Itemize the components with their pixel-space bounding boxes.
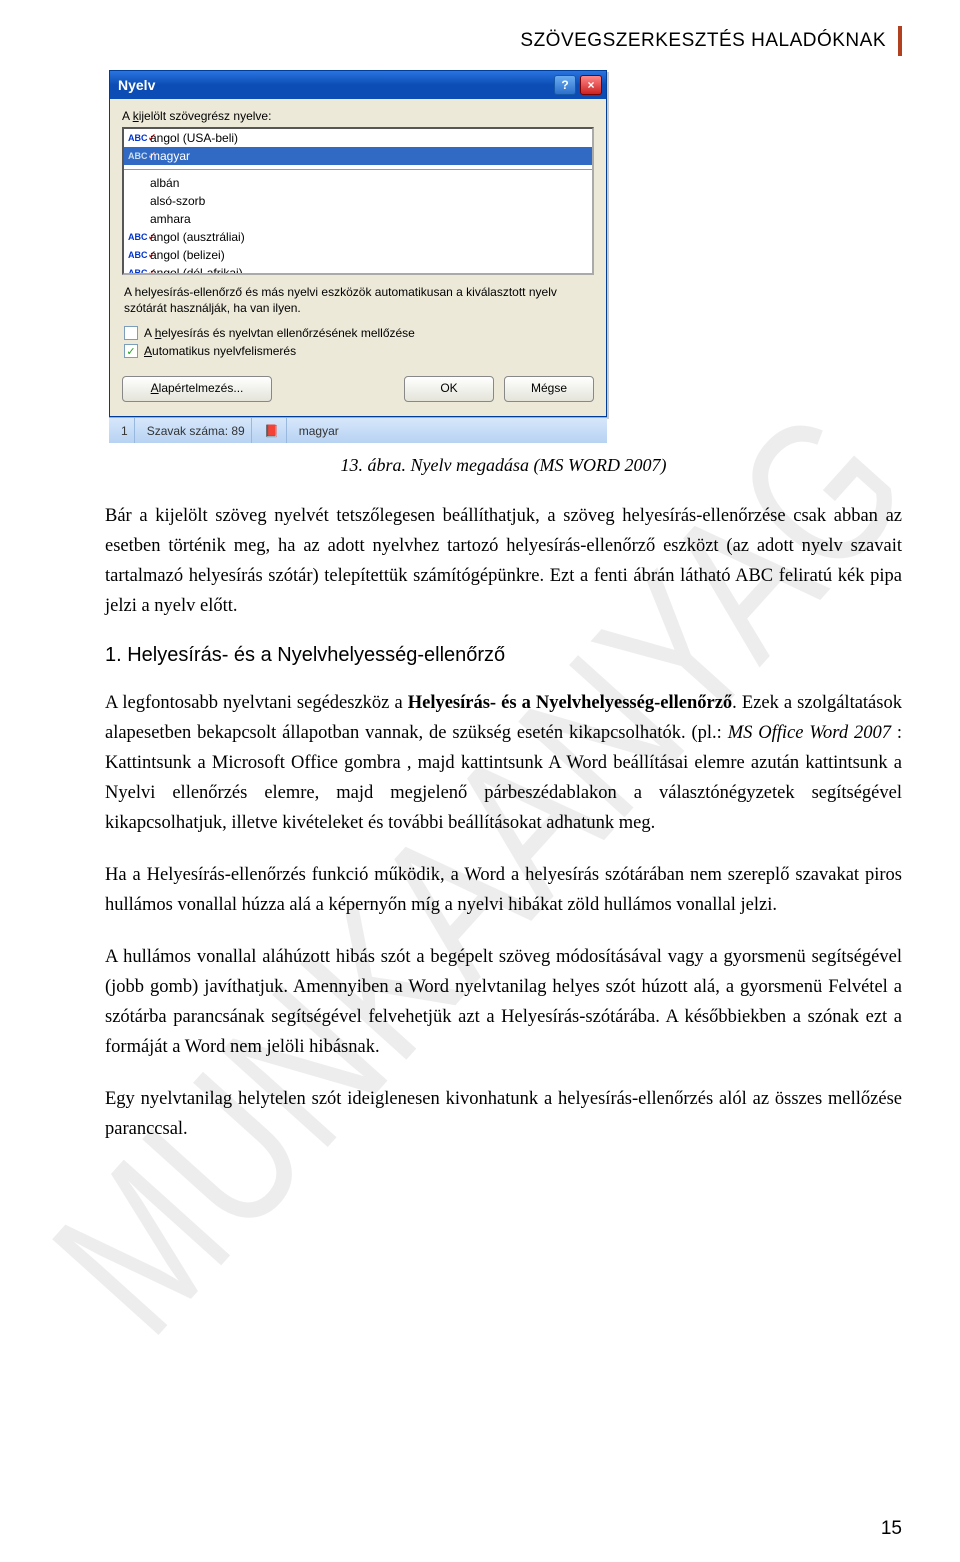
- checkbox-row[interactable]: ✓ Automatikus nyelvfelismerés: [124, 344, 592, 358]
- default-button[interactable]: Alapértelmezés...: [122, 376, 272, 402]
- dialog-body: A kijelölt szövegrész nyelve: ABC✓ angol…: [110, 99, 606, 416]
- page-header: SZÖVEGSZERKESZTÉS HALADÓKNAK: [105, 26, 902, 56]
- status-language-label: magyar: [299, 424, 339, 438]
- list-item-label: albán: [150, 176, 179, 190]
- header-rule: [898, 26, 902, 56]
- cancel-button[interactable]: Mégse: [504, 376, 594, 402]
- spellcheck-icon: ABC✓: [128, 134, 148, 142]
- spellcheck-icon: ABC✓: [128, 152, 148, 160]
- list-item-label: magyar: [150, 149, 190, 163]
- spellcheck-icon: ABC✓: [128, 251, 148, 259]
- status-page[interactable]: 1: [115, 418, 135, 443]
- paragraph: Egy nyelvtanilag helytelen szót ideiglen…: [105, 1085, 902, 1145]
- status-wordcount-label: Szavak száma: 89: [147, 424, 245, 438]
- spellcheck-icon: ABC✓: [128, 269, 148, 275]
- checkbox-unchecked[interactable]: [124, 326, 138, 340]
- help-button[interactable]: ?: [554, 75, 576, 95]
- ok-button[interactable]: OK: [404, 376, 494, 402]
- figure-caption: 13. ábra. Nyelv megadása (MS WORD 2007): [105, 455, 902, 476]
- list-item[interactable]: ABC✓ angol (USA-beli): [124, 129, 592, 147]
- help-icon: ?: [561, 78, 568, 92]
- list-item-selected[interactable]: ABC✓ magyar: [124, 147, 592, 165]
- page-content: SZÖVEGSZERKESZTÉS HALADÓKNAK Nyelv ? × A…: [0, 0, 960, 1197]
- checkbox-label: A helyesírás és nyelvtan ellenőrzésének …: [144, 326, 415, 340]
- status-proofing[interactable]: 📕: [258, 418, 287, 443]
- list-item[interactable]: albán: [124, 174, 592, 192]
- list-item-label: amhara: [150, 212, 191, 226]
- list-item-label: alsó-szorb: [150, 194, 205, 208]
- close-button[interactable]: ×: [580, 75, 602, 95]
- body-text: Bár a kijelölt szöveg nyelvét tetszőlege…: [105, 502, 902, 1144]
- italic-run: MS Office Word 2007: [728, 723, 891, 743]
- list-item[interactable]: alsó-szorb: [124, 192, 592, 210]
- paragraph: A hullámos vonallal aláhúzott hibás szót…: [105, 943, 902, 1063]
- language-dialog: Nyelv ? × A kijelölt szövegrész nyelve: …: [109, 70, 607, 417]
- header-title: SZÖVEGSZERKESZTÉS HALADÓKNAK: [520, 30, 886, 52]
- list-item[interactable]: ABC✓ angol (belizei): [124, 246, 592, 264]
- word-statusbar: 1 Szavak száma: 89 📕 magyar: [109, 417, 607, 443]
- spellcheck-icon: ABC✓: [128, 233, 148, 241]
- dialog-button-row: Alapértelmezés... OK Mégse: [122, 376, 594, 402]
- dialog-titlebar: Nyelv ? ×: [110, 71, 606, 99]
- list-item[interactable]: ABC✓ angol (ausztráliai): [124, 228, 592, 246]
- paragraph: Ha a Helyesírás-ellenőrzés funkció működ…: [105, 861, 902, 921]
- close-icon: ×: [587, 78, 594, 92]
- checkbox-row[interactable]: A helyesírás és nyelvtan ellenőrzésének …: [124, 326, 592, 340]
- list-item[interactable]: amhara: [124, 210, 592, 228]
- paragraph: A legfontosabb nyelvtani segédeszköz a H…: [105, 689, 902, 839]
- book-icon: 📕: [264, 423, 280, 439]
- list-item-label: angol (USA-beli): [150, 131, 238, 145]
- page-number: 15: [881, 1518, 902, 1540]
- list-item-label: angol (belizei): [150, 248, 225, 262]
- status-language[interactable]: magyar: [293, 418, 345, 443]
- status-wordcount[interactable]: Szavak száma: 89: [141, 418, 252, 443]
- list-item[interactable]: ABC✓ angol (dél-afrikai): [124, 264, 592, 275]
- checkbox-checked[interactable]: ✓: [124, 344, 138, 358]
- text-run: A legfontosabb nyelvtani segédeszköz a: [105, 693, 408, 713]
- bold-run: Helyesírás- és a Nyelvhelyesség-ellenőrz…: [408, 693, 732, 713]
- status-page-value: 1: [121, 424, 128, 438]
- language-listbox[interactable]: ABC✓ angol (USA-beli) ABC✓ magyar albán: [122, 127, 594, 275]
- selected-language-label: A kijelölt szövegrész nyelve:: [122, 109, 594, 123]
- section-heading: 1. Helyesírás- és a Nyelvhelyesség-ellen…: [105, 644, 902, 667]
- list-item-label: angol (dél-afrikai): [150, 266, 243, 275]
- dialog-helptext: A helyesírás-ellenőrző és más nyelvi esz…: [124, 285, 592, 316]
- paragraph: Bár a kijelölt szöveg nyelvét tetszőlege…: [105, 502, 902, 622]
- list-item-label: angol (ausztráliai): [150, 230, 245, 244]
- checkbox-label: Automatikus nyelvfelismerés: [144, 344, 296, 358]
- dialog-title: Nyelv: [118, 77, 155, 93]
- dialog-screenshot: Nyelv ? × A kijelölt szövegrész nyelve: …: [109, 70, 607, 443]
- list-divider: [124, 169, 592, 170]
